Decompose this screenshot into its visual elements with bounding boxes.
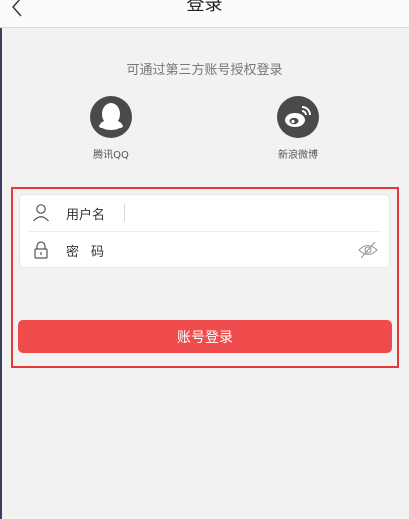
weibo-login-button[interactable]: 新浪微博 xyxy=(258,96,338,161)
username-input[interactable] xyxy=(132,201,356,227)
eye-hidden-icon[interactable] xyxy=(357,240,379,260)
user-icon xyxy=(33,204,49,222)
page-title: 登录 xyxy=(186,0,223,15)
password-row: 密码 xyxy=(20,232,389,268)
qq-icon-circle xyxy=(90,96,132,138)
qq-penguin-icon xyxy=(99,103,123,130)
weibo-icon-circle xyxy=(277,96,319,138)
weibo-icon xyxy=(285,106,311,127)
third-party-login-prompt: 可通过第三方账号授权登录 xyxy=(126,63,283,78)
qq-login-button[interactable]: 腾讯QQ xyxy=(71,96,151,161)
password-input[interactable] xyxy=(132,238,356,264)
account-login-button[interactable]: 账号登录 xyxy=(18,320,392,353)
login-form-card: 用户名 密码 xyxy=(19,194,390,268)
top-navigation-bar: 登录 xyxy=(0,0,409,28)
input-caret xyxy=(124,204,125,222)
lock-icon xyxy=(34,241,48,259)
username-label: 用户名 xyxy=(66,208,106,223)
qq-label: 腾讯QQ xyxy=(93,150,129,161)
password-label: 密码 xyxy=(66,245,117,260)
username-row: 用户名 xyxy=(20,195,389,231)
weibo-label: 新浪微博 xyxy=(278,150,318,161)
